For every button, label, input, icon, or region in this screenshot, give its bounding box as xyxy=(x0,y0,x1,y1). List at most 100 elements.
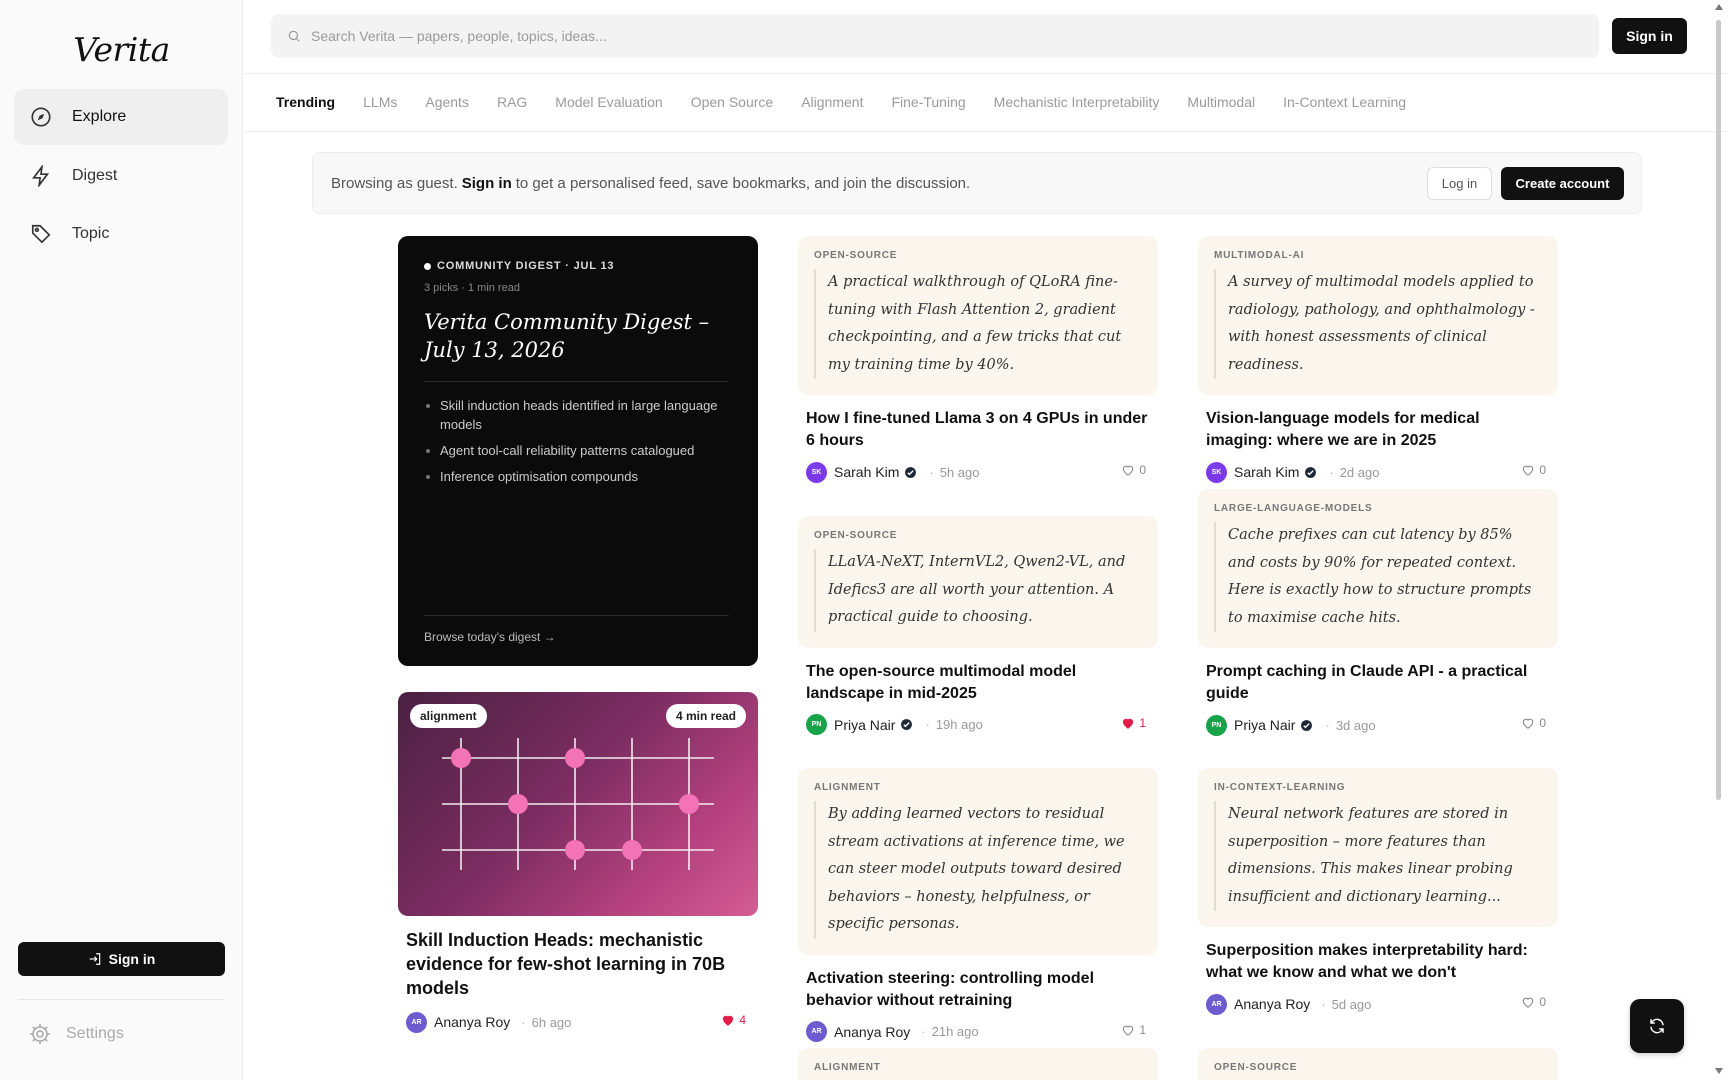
tab-llms[interactable]: LLMs xyxy=(363,94,397,110)
post-title[interactable]: The open-source multimodal model landsca… xyxy=(806,661,1150,705)
compass-icon xyxy=(30,106,52,128)
heart-outline-icon xyxy=(1523,718,1534,729)
post-title[interactable]: Superposition makes interpretability har… xyxy=(1206,940,1550,984)
post-time: 5d ago xyxy=(1331,996,1372,1012)
lightning-icon xyxy=(30,165,52,187)
separator-dot: · xyxy=(929,464,934,480)
sidebar-item-settings[interactable]: Settings xyxy=(28,1022,124,1046)
like-button[interactable]: 0 xyxy=(1521,463,1546,477)
post-category: ALIGNMENT xyxy=(814,782,881,793)
post-category: OPEN-SOURCE xyxy=(814,250,898,261)
post-time: 2d ago xyxy=(1339,464,1380,480)
search-input[interactable] xyxy=(311,28,1511,44)
avatar[interactable]: SK xyxy=(1206,461,1227,483)
like-count: 0 xyxy=(1539,463,1546,477)
digest-list-item: Skill induction heads identified in larg… xyxy=(424,396,724,434)
sidebar-item-explore[interactable]: Explore xyxy=(14,89,228,145)
scroll-up-arrow-icon[interactable] xyxy=(1715,4,1723,10)
post-title[interactable]: Activation steering: controlling model b… xyxy=(806,968,1150,1012)
tab-fine-tuning[interactable]: Fine-Tuning xyxy=(891,94,965,110)
post-card[interactable]: OPEN-SOURCE LLaVA-NeXT, InternVL2, Qwen2… xyxy=(798,516,1158,736)
read-time-badge: 4 min read xyxy=(665,704,746,728)
tab-multimodal[interactable]: Multimodal xyxy=(1187,94,1255,110)
avatar[interactable]: AR xyxy=(406,1011,427,1033)
digest-list-item: Inference optimisation compounds xyxy=(424,467,724,486)
tab-agents[interactable]: Agents xyxy=(425,94,469,110)
author-name[interactable]: Ananya Roy xyxy=(434,1014,510,1030)
like-button[interactable]: 4 xyxy=(721,1013,746,1027)
author-name[interactable]: Sarah Kim xyxy=(1234,464,1299,480)
avatar[interactable]: PN xyxy=(806,714,827,735)
scroll-down-arrow-icon[interactable] xyxy=(1715,1068,1723,1074)
tab-in-context-learning[interactable]: In-Context Learning xyxy=(1283,94,1406,110)
browse-digest-link[interactable]: Browse today's digest → xyxy=(424,630,556,644)
like-count: 4 xyxy=(739,1013,746,1027)
digest-divider xyxy=(424,615,729,616)
author-name[interactable]: Ananya Roy xyxy=(834,1024,910,1040)
post-card[interactable]: MULTIMODAL-AI A survey of multimodal mod… xyxy=(1198,236,1558,483)
digest-title: Verita Community Digest – July 13, 2026 xyxy=(424,310,710,362)
separator-dot: · xyxy=(1325,717,1330,733)
tab-trending[interactable]: Trending xyxy=(276,94,335,110)
post-card[interactable]: IN-CONTEXT-LEARNING Neural network featu… xyxy=(1198,768,1558,1015)
separator-dot: · xyxy=(1321,996,1326,1012)
like-button[interactable]: 1 xyxy=(1121,716,1146,730)
post-category: OPEN-SOURCE xyxy=(814,530,898,541)
verified-badge-icon xyxy=(1301,719,1313,731)
digest-kicker-text: COMMUNITY DIGEST · JUL 13 xyxy=(437,260,615,272)
post-card[interactable]: OPEN-SOURCE A practical walkthrough of Q… xyxy=(798,236,1158,483)
tab-rag[interactable]: RAG xyxy=(497,94,527,110)
author-name[interactable]: Priya Nair xyxy=(834,717,895,733)
digest-list: Skill induction heads identified in larg… xyxy=(424,396,724,493)
post-title[interactable]: How I fine-tuned Llama 3 on 4 GPUs in un… xyxy=(806,408,1150,452)
like-button[interactable]: 0 xyxy=(1521,995,1546,1009)
avatar[interactable]: SK xyxy=(806,461,827,483)
post-cover-image[interactable]: alignment 4 min read xyxy=(398,692,758,916)
like-button[interactable]: 0 xyxy=(1121,463,1146,477)
post-card[interactable]: ALIGNMENT xyxy=(798,1048,1158,1080)
search-bar[interactable] xyxy=(271,14,1599,58)
heart-outline-icon xyxy=(1123,1025,1134,1036)
author-name[interactable]: Priya Nair xyxy=(1234,717,1295,733)
post-category: OPEN-SOURCE xyxy=(1214,1062,1298,1073)
post-time: 3d ago xyxy=(1335,717,1376,733)
like-button[interactable]: 0 xyxy=(1521,716,1546,730)
avatar[interactable]: PN xyxy=(1206,714,1227,736)
post-excerpt: A practical walkthrough of QLoRA fine-tu… xyxy=(814,269,1142,379)
post-title[interactable]: Prompt caching in Claude API - a practic… xyxy=(1206,661,1550,705)
digest-divider xyxy=(424,381,729,382)
banner-suffix: to get a personalised feed, save bookmar… xyxy=(515,174,971,192)
bullet-dot-icon xyxy=(424,262,431,270)
page-scrollbar[interactable] xyxy=(1716,20,1721,800)
post-card[interactable]: LARGE-LANGUAGE-MODELS Cache prefixes can… xyxy=(1198,489,1558,736)
post-byline: AR Ananya Roy · 21h ago 1 xyxy=(806,1021,1150,1043)
tab-open-source[interactable]: Open Source xyxy=(691,94,774,110)
tab-model-evaluation[interactable]: Model Evaluation xyxy=(555,94,662,110)
avatar[interactable]: AR xyxy=(806,1021,827,1042)
post-title[interactable]: Vision-language models for medical imagi… xyxy=(1206,408,1550,452)
like-button[interactable]: 1 xyxy=(1121,1023,1146,1037)
avatar[interactable]: AR xyxy=(1206,993,1227,1015)
author-name[interactable]: Sarah Kim xyxy=(834,464,899,480)
header-signin-button[interactable]: Sign in xyxy=(1612,18,1687,54)
banner-signin-link[interactable]: Sign in xyxy=(462,175,512,192)
sidebar-item-digest[interactable]: Digest xyxy=(14,148,228,204)
header-divider xyxy=(244,73,1728,74)
sidebar-item-topic[interactable]: Topic xyxy=(14,206,228,262)
post-card[interactable]: ALIGNMENT By adding learned vectors to r… xyxy=(798,768,1158,1043)
login-button[interactable]: Log in xyxy=(1427,167,1492,200)
like-count: 0 xyxy=(1139,463,1146,477)
refresh-feed-button[interactable] xyxy=(1630,999,1684,1053)
post-card[interactable]: OPEN-SOURCE xyxy=(1198,1048,1558,1080)
tab-mechanistic-interpretability[interactable]: Mechanistic Interpretability xyxy=(994,94,1160,110)
author-name[interactable]: Ananya Roy xyxy=(1234,996,1310,1012)
create-account-button[interactable]: Create account xyxy=(1501,167,1624,200)
tab-alignment[interactable]: Alignment xyxy=(801,94,863,110)
heart-outline-icon xyxy=(1523,997,1534,1008)
separator-dot: · xyxy=(921,1024,926,1039)
gear-icon xyxy=(30,1024,50,1044)
app-logo[interactable]: Verita xyxy=(0,30,243,69)
sidebar-signin-button[interactable]: Sign in xyxy=(18,942,225,976)
digest-card[interactable]: COMMUNITY DIGEST · JUL 13 3 picks · 1 mi… xyxy=(398,236,758,666)
post-title[interactable]: Skill Induction Heads: mechanistic evide… xyxy=(406,928,746,1000)
